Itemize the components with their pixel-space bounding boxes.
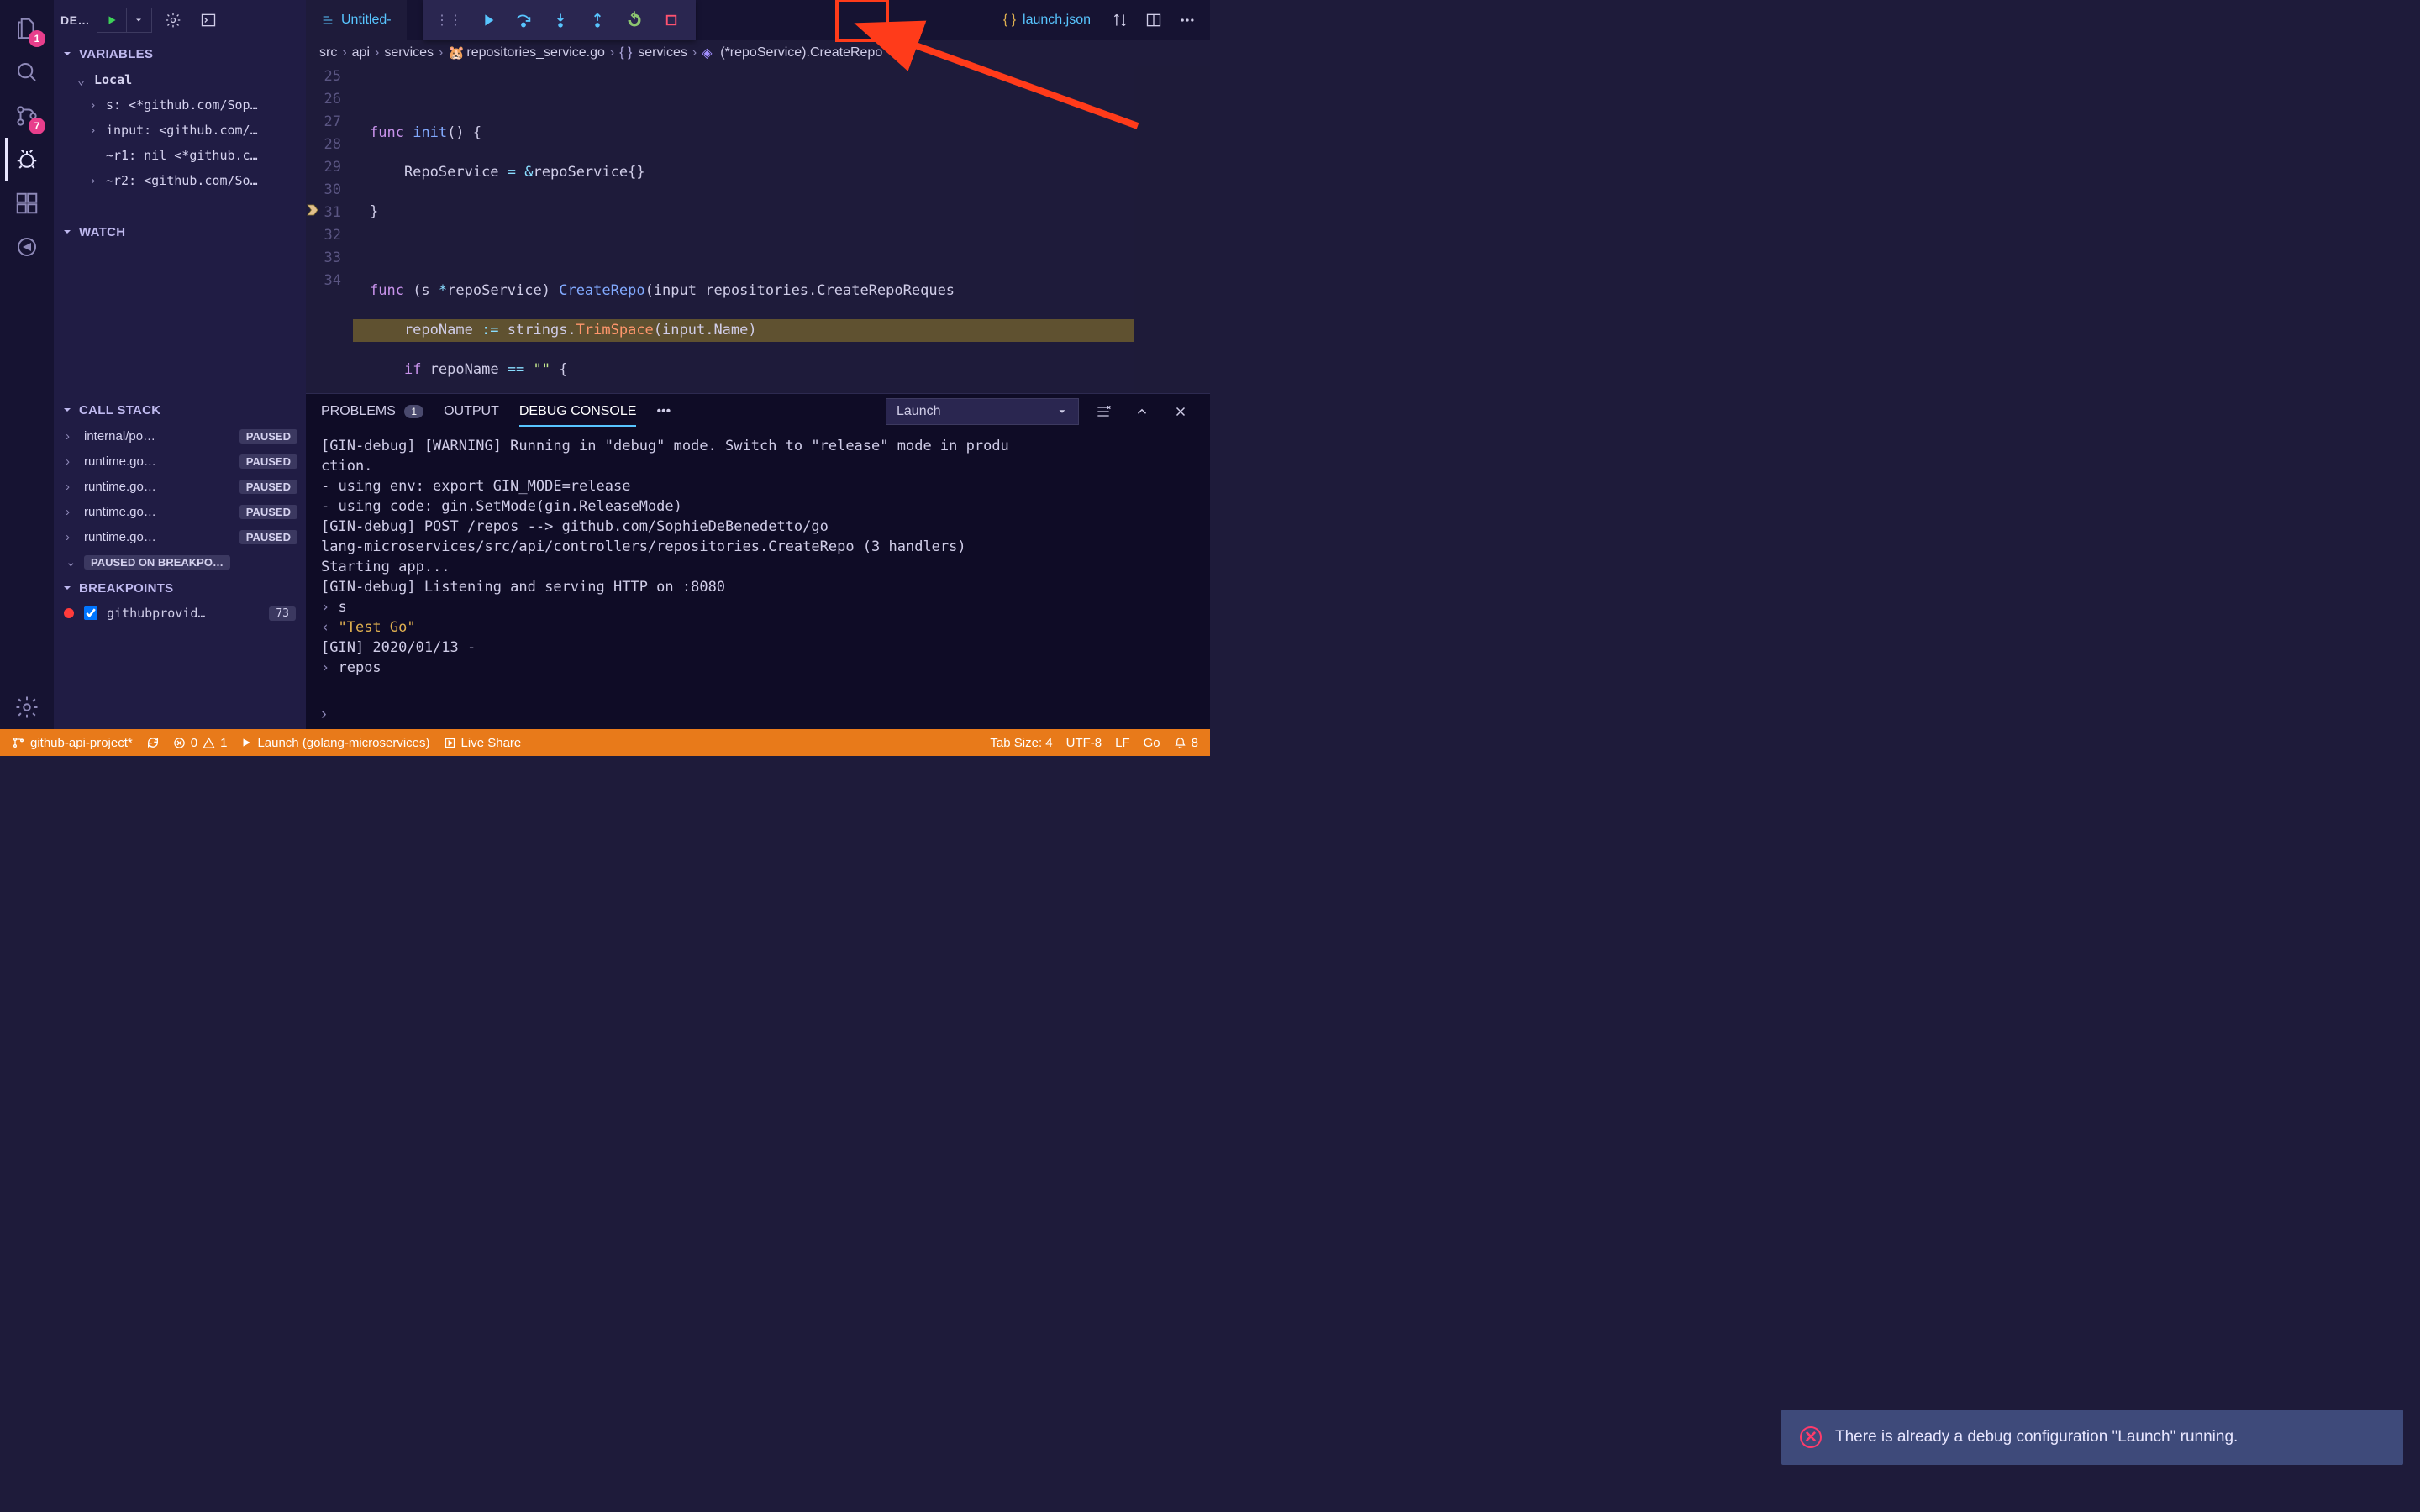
notification-toast[interactable]: ✕ There is already a debug configuration… [1781, 1410, 2403, 1465]
status-tab-size[interactable]: Tab Size: 4 [990, 736, 1052, 750]
collapse-panel-button[interactable] [1128, 397, 1156, 426]
code-body[interactable]: func init() { RepoService = &repoService… [353, 66, 1134, 393]
status-notifications[interactable]: 8 [1174, 736, 1198, 750]
current-line-glyph [306, 202, 321, 218]
console-icon[interactable] [194, 6, 223, 34]
panel-tab-output[interactable]: OUTPUT [444, 397, 499, 426]
activity-explorer[interactable]: 1 [5, 7, 49, 50]
step-out-button[interactable] [580, 3, 615, 37]
tab-launch-json[interactable]: { } launch.json [988, 0, 1106, 40]
status-problems[interactable]: 0 1 [173, 736, 228, 750]
chevron-down-icon [1056, 406, 1068, 417]
activity-bar: 1 7 [0, 0, 54, 729]
breakpoint-row[interactable]: githubprovid… 73 [54, 601, 306, 625]
scm-badge: 7 [29, 118, 45, 134]
activity-search[interactable] [5, 50, 49, 94]
status-live-share[interactable]: Live Share [444, 736, 522, 750]
panel-tab-problems[interactable]: PROBLEMS 1 [321, 397, 424, 426]
status-bar: github-api-project* 0 1 Launch (golang-m… [0, 729, 1210, 756]
code-editor[interactable]: 252627282930 31 323334 func init() { Rep… [306, 66, 1210, 393]
activity-settings[interactable] [5, 685, 49, 729]
debug-config-dropdown[interactable] [127, 8, 152, 33]
close-panel-button[interactable] [1166, 397, 1195, 426]
variables-header[interactable]: VARIABLES [54, 40, 306, 67]
activity-extensions[interactable] [5, 181, 49, 225]
callstack-row[interactable]: ›runtime.go…PAUSED [54, 474, 306, 499]
stop-button[interactable] [654, 3, 689, 37]
compare-changes-icon[interactable] [1106, 6, 1134, 34]
settings-icon[interactable] [159, 6, 187, 34]
status-branch[interactable]: github-api-project* [12, 736, 133, 750]
callstack-row[interactable]: ›runtime.go…PAUSED [54, 524, 306, 549]
activity-debug[interactable] [5, 138, 49, 181]
status-eol[interactable]: LF [1115, 736, 1130, 750]
clear-console-button[interactable] [1089, 397, 1118, 426]
breakpoint-checkbox[interactable] [84, 606, 97, 620]
debug-console-body[interactable]: [GIN-debug] [WARNING] Running in "debug"… [306, 429, 1210, 699]
sidebar-title: DE… [60, 13, 90, 27]
go-file-icon: 🐹 [448, 46, 461, 60]
status-sync[interactable] [146, 736, 160, 749]
variable-row[interactable]: ›input: <github.com/… [54, 118, 306, 143]
panel-tabs-more[interactable]: ••• [656, 404, 671, 419]
breadcrumbs[interactable]: src› api› services› 🐹 repositories_servi… [306, 40, 1210, 66]
step-over-button[interactable] [506, 3, 541, 37]
debug-sidebar: DE… VARIABLES ⌄Local [54, 0, 306, 729]
continue-button[interactable] [469, 3, 504, 37]
bottom-panel: PROBLEMS 1 OUTPUT DEBUG CONSOLE ••• Laun… [306, 393, 1210, 729]
editor-area: ⋮⋮ Untitled- { } launch.json [306, 0, 1210, 729]
variables-scope-local[interactable]: ⌄Local [54, 67, 306, 92]
variable-row[interactable]: ›s: <*github.com/Sop… [54, 92, 306, 118]
error-icon: ✕ [1800, 1426, 1822, 1448]
panel-tab-debug-console[interactable]: DEBUG CONSOLE [519, 397, 637, 426]
callstack-row[interactable]: ›runtime.go…PAUSED [54, 499, 306, 524]
callstack-row[interactable]: ›internal/po…PAUSED [54, 423, 306, 449]
status-launch[interactable]: Launch (golang-microservices) [240, 736, 429, 750]
watch-header[interactable]: WATCH [54, 218, 306, 245]
namespace-icon: { } [619, 46, 633, 60]
callstack-reason[interactable]: ⌄PAUSED ON BREAKPO… [54, 549, 306, 575]
status-language[interactable]: Go [1144, 736, 1160, 750]
debug-console-input[interactable]: › [306, 699, 1210, 729]
callstack-header[interactable]: CALL STACK [54, 396, 306, 423]
start-debug-button[interactable] [97, 8, 127, 33]
split-editor-icon[interactable] [1139, 6, 1168, 34]
method-icon: ◈ [702, 46, 715, 60]
status-encoding[interactable]: UTF-8 [1066, 736, 1102, 750]
annotation-box [835, 0, 889, 42]
activity-live-share[interactable] [5, 225, 49, 269]
variable-row[interactable]: ~r1: nil <*github.c… [54, 143, 306, 168]
minimap[interactable] [1134, 66, 1210, 393]
drag-grip-icon[interactable]: ⋮⋮ [430, 12, 467, 29]
callstack-row[interactable]: ›runtime.go…PAUSED [54, 449, 306, 474]
line-gutter: 252627282930 31 323334 [306, 66, 353, 393]
activity-scm[interactable]: 7 [5, 94, 49, 138]
debug-toolbar[interactable]: ⋮⋮ [424, 0, 696, 40]
debug-session-select[interactable]: Launch [886, 398, 1079, 425]
more-actions-icon[interactable] [1173, 6, 1202, 34]
problems-count: 1 [404, 405, 424, 418]
breakpoints-header[interactable]: BREAKPOINTS [54, 575, 306, 601]
explorer-badge: 1 [29, 30, 45, 47]
step-into-button[interactable] [543, 3, 578, 37]
breakpoint-dot-icon [64, 608, 74, 618]
restart-button[interactable] [617, 3, 652, 37]
variable-row[interactable]: ›~r2: <github.com/So… [54, 168, 306, 193]
tab-untitled[interactable]: Untitled- [306, 0, 407, 40]
